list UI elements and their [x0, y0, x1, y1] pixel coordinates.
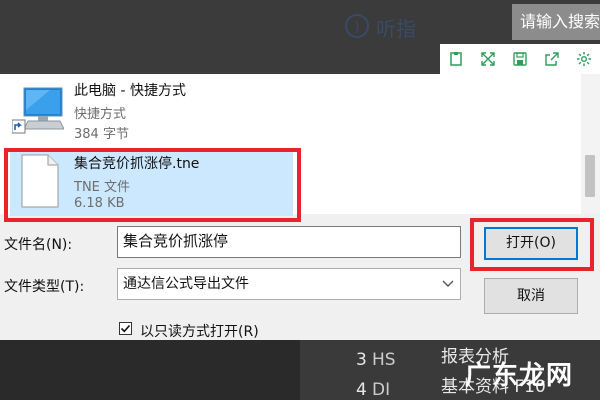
background-row-num: 3 — [356, 350, 367, 370]
filetype-label: 文件类型(T): — [4, 279, 85, 295]
clipboard-icon[interactable] — [447, 50, 465, 68]
filetype-select[interactable]: 通达信公式导出文件 — [117, 268, 461, 300]
save-icon[interactable] — [511, 50, 529, 68]
background-search-input[interactable]: 请输入搜索 — [512, 4, 600, 40]
cancel-button[interactable]: 取消 — [484, 278, 578, 314]
chevron-down-icon[interactable] — [437, 269, 459, 299]
expand-icon[interactable] — [479, 50, 497, 68]
readonly-label[interactable]: 以只读方式打开(R) — [140, 321, 259, 341]
settings-icon[interactable] — [575, 50, 593, 68]
filename-input[interactable]: 集合竞价抓涨停 — [117, 226, 461, 258]
background-title: 听指 — [376, 17, 416, 41]
share-icon[interactable] — [543, 50, 561, 68]
file-size: 384 字节 — [74, 127, 129, 142]
background-logo-icon: ) — [345, 14, 369, 38]
file-type: 快捷方式 — [74, 107, 127, 122]
background-row-num: 4 — [356, 380, 367, 400]
checkmark-icon — [120, 324, 131, 333]
watermark: 广东龙网 — [465, 361, 574, 391]
floating-toolbar — [440, 44, 600, 75]
background-row-code: DI — [372, 380, 391, 400]
background-row-code: HS — [372, 350, 396, 370]
red-highlight-box — [4, 148, 301, 222]
filename-label: 文件名(N): — [4, 237, 73, 253]
readonly-checkbox[interactable] — [119, 322, 132, 335]
file-name: 此电脑 - 快捷方式 — [74, 83, 186, 99]
scrollbar-thumb[interactable] — [585, 155, 595, 197]
filetype-value: 通达信公式导出文件 — [123, 276, 249, 292]
red-highlight-box — [470, 218, 594, 271]
computer-icon — [11, 82, 65, 138]
